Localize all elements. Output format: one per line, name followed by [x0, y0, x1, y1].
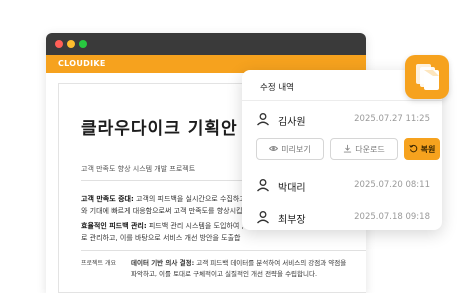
revision-author: 김사원	[278, 117, 306, 128]
user-icon	[257, 113, 269, 126]
document-line: 고객 만족도 증대: 고객의 피드백을 실시간으로 수집하고	[81, 194, 246, 204]
revision-entry[interactable]: 김사원 2025.07.27 11:25	[256, 111, 432, 129]
restore-icon	[408, 144, 417, 153]
document-line-text: 고객의 피드백을 실시간으로 수집하고	[133, 195, 246, 203]
brand-name: CLOUDIKE	[58, 59, 106, 68]
revision-date: 2025.07.18 09:18	[354, 212, 430, 222]
document-line: 와 기대에 빠르게 대응함으로써 고객 만족도를 향상시킵	[81, 206, 242, 216]
revision-entry[interactable]: 박대리 2025.07.20 08:11	[256, 177, 432, 195]
document-line-bold: 고객 만족도 증대:	[81, 195, 134, 203]
user-icon	[257, 179, 269, 192]
document-line: 로 관리하고, 이를 바탕으로 서비스 개선 방안을 도출합	[81, 233, 240, 243]
revision-date: 2025.07.20 08:11	[354, 180, 430, 190]
revision-author: 최부장	[278, 215, 306, 226]
user-icon	[257, 211, 269, 224]
app-icon	[405, 55, 449, 99]
document-line-bold: 효율적인 피드백 관리:	[81, 222, 147, 230]
preview-label: 미리보기	[281, 145, 311, 154]
close-window-button[interactable]	[55, 40, 63, 48]
preview-button[interactable]: 미리보기	[256, 138, 324, 160]
documents-icon	[416, 64, 439, 90]
download-label: 다운로드	[355, 145, 385, 154]
document-line-text: 로 관리하고, 이를 바탕으로 서비스 개선 방안을 도출합	[81, 234, 241, 242]
restore-label: 복원	[420, 145, 436, 154]
document-line: 효율적인 피드백 관리: 피드백 관리 시스템을 도입하여 ,	[81, 221, 244, 231]
revision-date: 2025.07.27 11:25	[354, 114, 430, 124]
download-button[interactable]: 다운로드	[330, 138, 398, 160]
document-line-text: 와 기대에 빠르게 대응함으로써 고객 만족도를 향상시킵	[81, 207, 243, 215]
document-line-text: 피드백 관리 시스템을 도입하여 ,	[146, 222, 244, 230]
revision-author: 박대리	[278, 183, 306, 194]
minimize-window-button[interactable]	[67, 40, 75, 48]
divider	[81, 250, 366, 251]
section-label: 프로젝트 개요	[81, 260, 117, 267]
document-title: 클라우다이크 기획안	[81, 119, 238, 139]
window-titlebar	[46, 33, 366, 55]
maximize-window-button[interactable]	[79, 40, 87, 48]
document-subtitle: 고객 만족도 향상 시스템 개발 프로젝트	[81, 165, 196, 173]
section-line-text: 고객 피드백 데이터를 분석하여 서비스의 강점과 약점을	[194, 259, 347, 267]
section-line: 데이터 기반 의사 결정: 고객 피드백 데이터를 분석하여 서비스의 강점과 …	[131, 257, 346, 267]
download-icon	[344, 144, 352, 153]
panel-title: 수정 내역	[260, 83, 294, 93]
restore-button[interactable]: 복원	[404, 138, 440, 160]
eye-icon	[269, 146, 279, 151]
section-line-bold: 데이터 기반 의사 결정:	[131, 259, 195, 267]
revision-entry[interactable]: 최부장 2025.07.18 09:18	[256, 209, 432, 227]
divider	[242, 100, 442, 101]
